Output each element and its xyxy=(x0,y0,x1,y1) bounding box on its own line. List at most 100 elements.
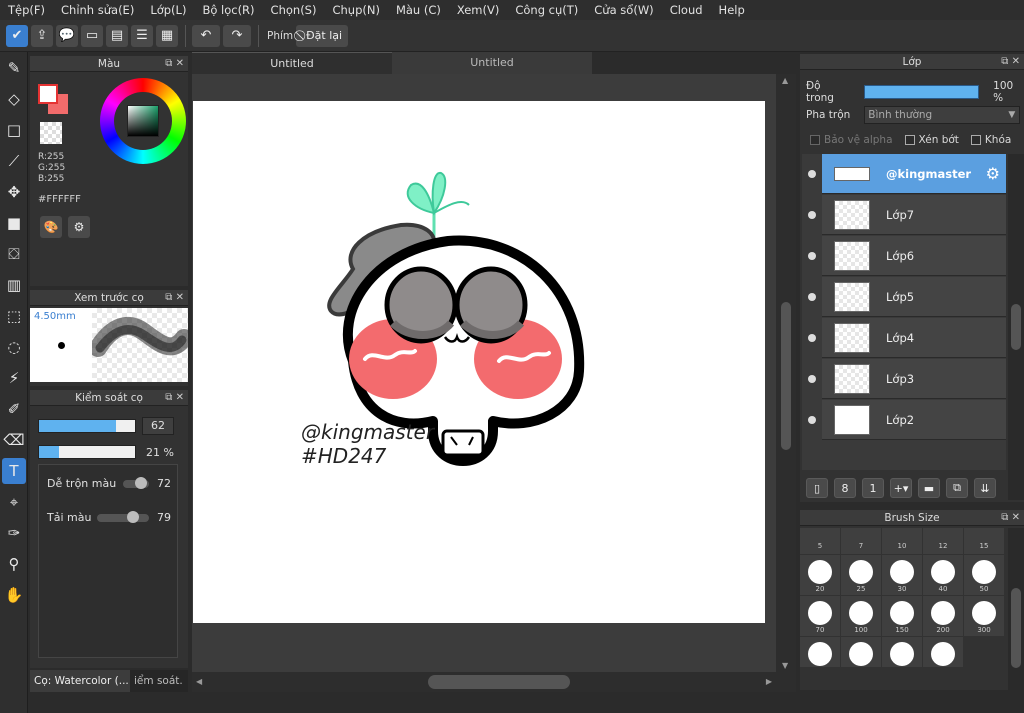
menu-edit[interactable]: Chỉnh sửa(E) xyxy=(53,3,142,17)
canvas-area[interactable]: @kingmaster #HD247 ▲ ▼ xyxy=(192,74,796,672)
size-slider[interactable] xyxy=(38,419,136,433)
tab-brush[interactable]: Cọ: Watercolor (... xyxy=(30,670,130,692)
brush-size-cell[interactable]: 300 xyxy=(964,596,1004,636)
scroll-left-icon[interactable]: ◀ xyxy=(196,677,202,686)
brush-size-cell[interactable]: 15 xyxy=(964,528,1004,554)
menu-window[interactable]: Cửa sổ(W) xyxy=(586,3,661,17)
magic-wand-tool-icon[interactable]: ⚡ xyxy=(2,365,26,391)
panel-controls-icon[interactable]: ⧉ ✕ xyxy=(165,290,184,306)
layer-row[interactable]: Lớp3 xyxy=(802,358,1006,399)
size-value[interactable]: 62 xyxy=(142,417,174,435)
paint-slider[interactable] xyxy=(97,510,149,523)
dropper-tool-icon[interactable]: ✑ xyxy=(2,520,26,546)
layer-row[interactable]: Lớp7 xyxy=(802,194,1006,235)
foreground-color-swatch[interactable] xyxy=(38,84,58,104)
blend-mode-select[interactable]: Bình thường ▼ xyxy=(864,106,1021,124)
opacity-slider[interactable] xyxy=(38,445,136,459)
visibility-icon[interactable] xyxy=(802,399,822,440)
brush-size-cell[interactable]: 100 xyxy=(841,596,881,636)
brush-size-cell[interactable]: 40 xyxy=(923,555,963,595)
panel-controls-icon[interactable]: ⧉ ✕ xyxy=(165,390,184,406)
brush-size-cell[interactable]: 200 xyxy=(923,596,963,636)
new-layer-icon[interactable]: ▯ xyxy=(806,478,828,498)
visibility-icon[interactable] xyxy=(802,153,822,194)
brush-size-cell[interactable] xyxy=(800,637,840,667)
paint-knob[interactable] xyxy=(127,510,139,523)
comment-icon[interactable]: 💬 xyxy=(56,24,78,47)
reset-button[interactable]: ⃠ Đặt lại xyxy=(296,24,349,47)
menu-tools[interactable]: Công cụ(T) xyxy=(507,3,586,17)
grid-icon[interactable]: ▦ xyxy=(156,24,178,47)
tab-brush-control[interactable]: iểm soát. xyxy=(130,670,188,692)
layer-scrollbar[interactable] xyxy=(1008,154,1024,500)
list-icon[interactable]: ☰ xyxy=(131,24,153,47)
operation-tool-icon[interactable]: ⌖ xyxy=(2,489,26,515)
protect-alpha-option[interactable]: Bảo vệ alpha xyxy=(810,134,893,146)
brush-size-cell[interactable] xyxy=(882,637,922,667)
brush-size-cell[interactable] xyxy=(841,637,881,667)
brush-size-cell[interactable]: 5 xyxy=(800,528,840,554)
menu-help[interactable]: Help xyxy=(711,3,753,17)
add-layer-menu-icon[interactable]: +▾ xyxy=(890,478,912,498)
undo-button[interactable]: ↶ xyxy=(192,24,220,47)
saturation-square[interactable] xyxy=(127,105,159,137)
move-tool-icon[interactable]: ✥ xyxy=(2,179,26,205)
brush-size-cell[interactable]: 150 xyxy=(882,596,922,636)
brush-size-cell[interactable]: 30 xyxy=(882,555,922,595)
new-layer-8bit-icon[interactable]: 8 xyxy=(834,478,856,498)
menu-color[interactable]: Màu (C) xyxy=(388,3,449,17)
layer-opacity-slider[interactable] xyxy=(864,85,980,99)
layer-row[interactable]: Lớp6 xyxy=(802,235,1006,276)
palette-icon[interactable]: 🎨 xyxy=(40,216,62,238)
protect-alpha-checkbox[interactable] xyxy=(810,135,820,145)
gear-icon[interactable]: ⚙ xyxy=(986,164,1000,183)
menu-view[interactable]: Xem(V) xyxy=(449,3,507,17)
canvas-paper[interactable]: @kingmaster #HD247 xyxy=(193,101,765,623)
eyedropper-tool-icon[interactable]: ⚲ xyxy=(2,551,26,577)
brush-size-cell[interactable]: 70 xyxy=(800,596,840,636)
document-tab[interactable]: Untitled xyxy=(192,52,392,74)
document-tab[interactable]: Untitled xyxy=(392,52,592,74)
fill-rect-tool-icon[interactable]: ■ xyxy=(2,210,26,236)
panel-controls-icon[interactable]: ⧉ ✕ xyxy=(1001,54,1020,70)
brush-size-scroll-thumb[interactable] xyxy=(1011,588,1021,668)
brush-size-cell[interactable] xyxy=(923,637,963,667)
panel-controls-icon[interactable]: ⧉ ✕ xyxy=(1001,510,1020,526)
clipping-option[interactable]: Xén bớt xyxy=(904,134,959,146)
layer-row[interactable]: Lớp2 xyxy=(802,399,1006,440)
share-icon[interactable]: ⇪ xyxy=(31,24,53,47)
merge-layer-icon[interactable]: ⇊ xyxy=(974,478,996,498)
horizontal-scroll-thumb[interactable] xyxy=(428,675,570,689)
visibility-icon[interactable] xyxy=(802,235,822,276)
message-icon[interactable]: ▭ xyxy=(81,24,103,47)
clipping-checkbox[interactable] xyxy=(904,135,915,145)
menu-capture[interactable]: Chụp(N) xyxy=(324,3,387,17)
color-wheel[interactable] xyxy=(100,78,186,164)
visibility-icon[interactable] xyxy=(802,194,822,235)
brush-size-cell[interactable]: 7 xyxy=(841,528,881,554)
line-tool-icon[interactable]: ⟋ xyxy=(2,148,26,174)
folder-icon[interactable]: ▬ xyxy=(918,478,940,498)
menu-select[interactable]: Chọn(S) xyxy=(263,3,325,17)
document-icon[interactable]: ▤ xyxy=(106,24,128,47)
brush-size-cell[interactable]: 50 xyxy=(964,555,1004,595)
scroll-down-icon[interactable]: ▼ xyxy=(782,661,788,670)
gradient-tool-icon[interactable]: ▥ xyxy=(2,272,26,298)
layer-row[interactable]: Lớp4 xyxy=(802,317,1006,358)
cloud-sync-icon[interactable]: ✔ xyxy=(6,24,28,47)
brush-size-scrollbar[interactable] xyxy=(1008,528,1024,690)
text-tool-icon[interactable]: T xyxy=(2,458,26,484)
select-pen-tool-icon[interactable]: ✐ xyxy=(2,396,26,422)
redo-button[interactable]: ↷ xyxy=(223,24,251,47)
select-rect-tool-icon[interactable]: ⬚ xyxy=(2,303,26,329)
lasso-tool-icon[interactable]: ◌ xyxy=(2,334,26,360)
brush-size-cell[interactable]: 12 xyxy=(923,528,963,554)
select-eraser-tool-icon[interactable]: ⌫ xyxy=(2,427,26,453)
brush-size-cell[interactable]: 25 xyxy=(841,555,881,595)
menu-cloud[interactable]: Cloud xyxy=(662,3,711,17)
color-settings-icon[interactable]: ⚙ xyxy=(68,216,90,238)
visibility-icon[interactable] xyxy=(802,276,822,317)
visibility-icon[interactable] xyxy=(802,317,822,358)
bucket-tool-icon[interactable]: ⛋ xyxy=(2,241,26,267)
duplicate-layer-icon[interactable]: ⧉ xyxy=(946,478,968,498)
